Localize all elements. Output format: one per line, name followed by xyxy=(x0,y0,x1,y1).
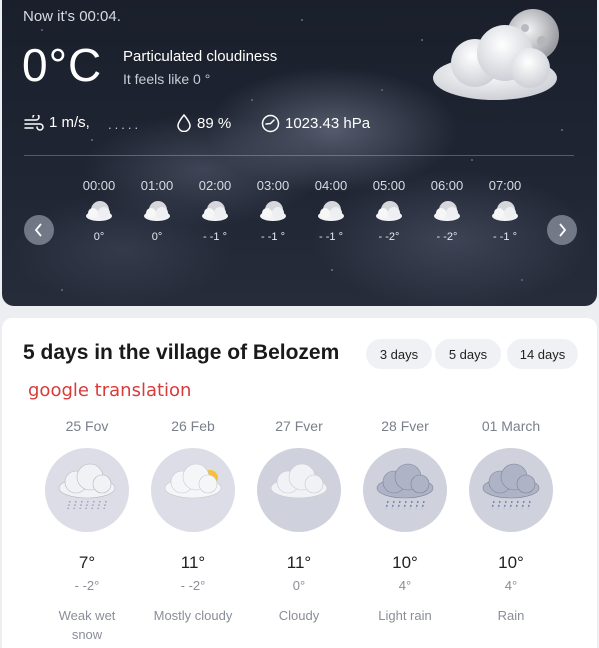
day-low-temp: 4° xyxy=(398,578,412,593)
current-condition: Particulated cloudiness xyxy=(123,48,278,65)
day-high-temp: 11° xyxy=(286,553,312,572)
day-description: Weak wet snow xyxy=(58,608,116,642)
moon-cloud-icon xyxy=(433,9,559,100)
hourly-next-button[interactable] xyxy=(547,215,577,245)
hour-time: 02:00 xyxy=(198,178,232,193)
cloud-icon xyxy=(257,448,341,532)
day-low-temp: 0° xyxy=(292,578,306,593)
day-forecast-item[interactable]: 01 March 10° 4° Rain xyxy=(466,418,556,625)
wind-icon xyxy=(24,114,44,131)
moon-cloud-icon xyxy=(244,200,302,227)
chevron-right-icon xyxy=(559,223,567,237)
moon-cloud-icon xyxy=(476,200,534,227)
hour-time: 03:00 xyxy=(256,178,290,193)
hour-time: 04:00 xyxy=(314,178,348,193)
day-date: 26 Feb xyxy=(171,418,215,434)
day-high-temp: 7° xyxy=(78,553,96,572)
day-high-temp: 11° xyxy=(180,553,206,572)
current-time-label: Now it's 00:04. xyxy=(23,8,121,25)
hourly-item: 05:00 - -2° xyxy=(360,178,418,243)
wind-value: 1 m/s, xyxy=(49,114,90,131)
hour-temp: 0° xyxy=(93,231,105,243)
hour-temp: - -2° xyxy=(436,231,458,243)
hour-time: 07:00 xyxy=(488,178,522,193)
hour-temp: - -2° xyxy=(378,231,400,243)
moon-cloud-icon xyxy=(360,200,418,227)
hourly-item: 04:00 - -1 ° xyxy=(302,178,360,243)
pressure-gauge-icon xyxy=(261,114,280,133)
hour-temp: - -1 ° xyxy=(493,231,517,243)
day-forecast-item[interactable]: 27 Fver 11° 0° Cloudy xyxy=(254,418,344,625)
tab-5-days[interactable]: 5 days xyxy=(435,339,501,369)
day-low-temp: - -2° xyxy=(180,578,206,593)
hourly-item: 03:00 - -1 ° xyxy=(244,178,302,243)
day-date: 27 Fver xyxy=(275,418,323,434)
translation-note: google translation xyxy=(28,380,192,401)
hourly-prev-button[interactable] xyxy=(24,215,54,245)
divider xyxy=(24,155,574,156)
day-forecast-item[interactable]: 26 Feb 11° - -2° Mostly cloudy xyxy=(148,418,238,625)
wind-direction-dots: ..... xyxy=(108,117,142,132)
moon-cloud-icon xyxy=(302,200,360,227)
moon-cloud-icon xyxy=(186,200,244,227)
moon-cloud-icon xyxy=(128,200,186,227)
hourly-item: 00:00 0° xyxy=(70,178,128,243)
current-temperature: 0°C xyxy=(22,39,103,91)
day-description: Light rain xyxy=(378,608,432,623)
day-description: Rain xyxy=(497,608,525,623)
hour-time: 06:00 xyxy=(430,178,464,193)
humidity-metric: 89 % xyxy=(176,114,231,132)
hourly-item: 07:00 - -1 ° xyxy=(476,178,534,243)
forecast-title: 5 days in the village of Belozem xyxy=(23,341,340,364)
hour-temp: - -1 ° xyxy=(203,231,227,243)
day-forecast-item[interactable]: 25 Fov 7° - -2° Weak wet snow xyxy=(42,418,132,644)
hour-temp: 0° xyxy=(151,231,163,243)
forecast-card: 5 days in the village of Belozem 3 days … xyxy=(2,318,597,648)
sun-cloud-icon xyxy=(151,448,235,532)
day-description: Cloudy xyxy=(278,608,320,623)
feels-like-label: It feels like 0 ° xyxy=(123,71,211,87)
hour-temp: - -1 ° xyxy=(261,231,285,243)
day-date: 01 March xyxy=(481,418,541,434)
humidity-value: 89 % xyxy=(197,114,232,132)
tab-14-days[interactable]: 14 days xyxy=(507,339,578,369)
pressure-metric: 1023.43 hPa xyxy=(261,114,370,133)
pressure-value: 1023.43 hPa xyxy=(285,115,371,132)
day-date: 28 Fver xyxy=(381,418,429,434)
hourly-item: 02:00 - -1 ° xyxy=(186,178,244,243)
rain-cloud-icon xyxy=(363,448,447,532)
day-high-temp: 10° xyxy=(498,553,524,572)
moon-cloud-icon xyxy=(418,200,476,227)
tab-3-days[interactable]: 3 days xyxy=(366,339,432,369)
day-date: 25 Fov xyxy=(65,418,109,434)
current-weather-panel: Now it's 00:04. 0°C Particulated cloudin… xyxy=(2,0,597,306)
rain-cloud-icon xyxy=(469,448,553,532)
hour-time: 00:00 xyxy=(82,178,116,193)
wind-metric: 1 m/s, xyxy=(24,114,90,131)
rain-snow-cloud-icon xyxy=(45,448,129,532)
day-high-temp: 10° xyxy=(392,553,418,572)
day-low-temp: - -2° xyxy=(74,578,100,593)
chevron-left-icon xyxy=(34,223,42,237)
day-description: Mostly cloudy xyxy=(153,608,233,623)
hour-temp: - -1 ° xyxy=(319,231,343,243)
day-forecast-item[interactable]: 28 Fver 10° 4° Light rain xyxy=(360,418,450,625)
day-low-temp: 4° xyxy=(504,578,518,593)
hour-time: 05:00 xyxy=(372,178,406,193)
hourly-forecast: 00:00 0° 01:00 0° 02:00- -1 ° 03:00- -1 ° 04:0… xyxy=(70,178,550,248)
humidity-drop-icon xyxy=(177,114,191,132)
hour-time: 01:00 xyxy=(140,178,174,193)
moon-cloud-icon xyxy=(70,200,128,227)
hourly-item: 01:00 0° xyxy=(128,178,186,243)
hourly-item: 06:00 - -2° xyxy=(418,178,476,243)
